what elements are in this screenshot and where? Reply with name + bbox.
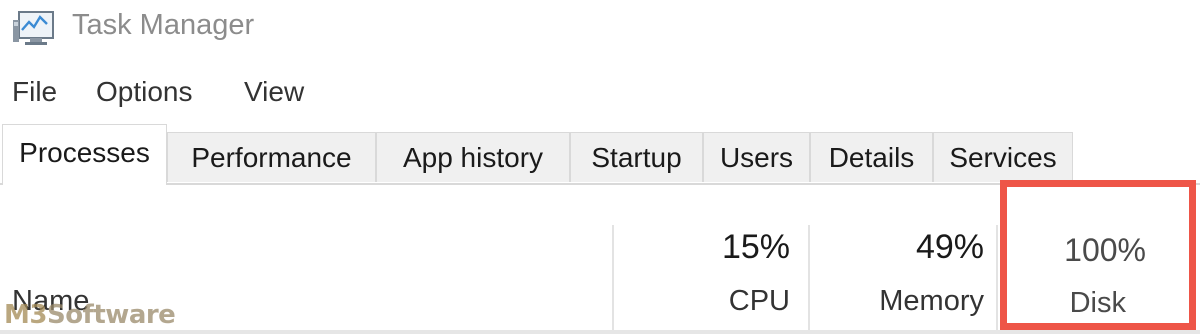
cpu-usage-value: 15% — [721, 228, 790, 266]
watermark-prefix: M3 — [4, 300, 47, 330]
menu-options[interactable]: Options — [96, 76, 193, 108]
column-header-cpu[interactable]: CPU — [640, 285, 790, 318]
task-manager-icon — [13, 11, 54, 45]
menu-bar: File Options View — [0, 70, 1200, 114]
column-header-memory[interactable]: Memory — [830, 285, 984, 318]
menu-file[interactable]: File — [12, 76, 57, 108]
column-divider[interactable] — [612, 225, 614, 334]
column-divider[interactable] — [808, 225, 810, 334]
tab-startup[interactable]: Startup — [570, 132, 703, 182]
tab-services[interactable]: Services — [933, 132, 1073, 182]
memory-usage-value: 49% — [915, 228, 984, 266]
tab-details[interactable]: Details — [810, 132, 933, 182]
menu-view[interactable]: View — [244, 76, 304, 108]
tab-app-history[interactable]: App history — [376, 132, 570, 182]
disk-highlight-box — [1000, 180, 1196, 330]
tab-users[interactable]: Users — [703, 132, 810, 182]
window-title: Task Manager — [72, 9, 255, 41]
watermark: M3Software — [4, 300, 176, 330]
tab-strip: Processes Performance App history Startu… — [0, 124, 1200, 185]
bottom-border — [0, 330, 1200, 334]
watermark-text: Software — [46, 300, 176, 330]
tab-processes[interactable]: Processes — [2, 124, 167, 185]
column-divider[interactable] — [996, 225, 998, 334]
tab-performance[interactable]: Performance — [167, 132, 376, 182]
title-bar: Task Manager — [0, 0, 1200, 58]
